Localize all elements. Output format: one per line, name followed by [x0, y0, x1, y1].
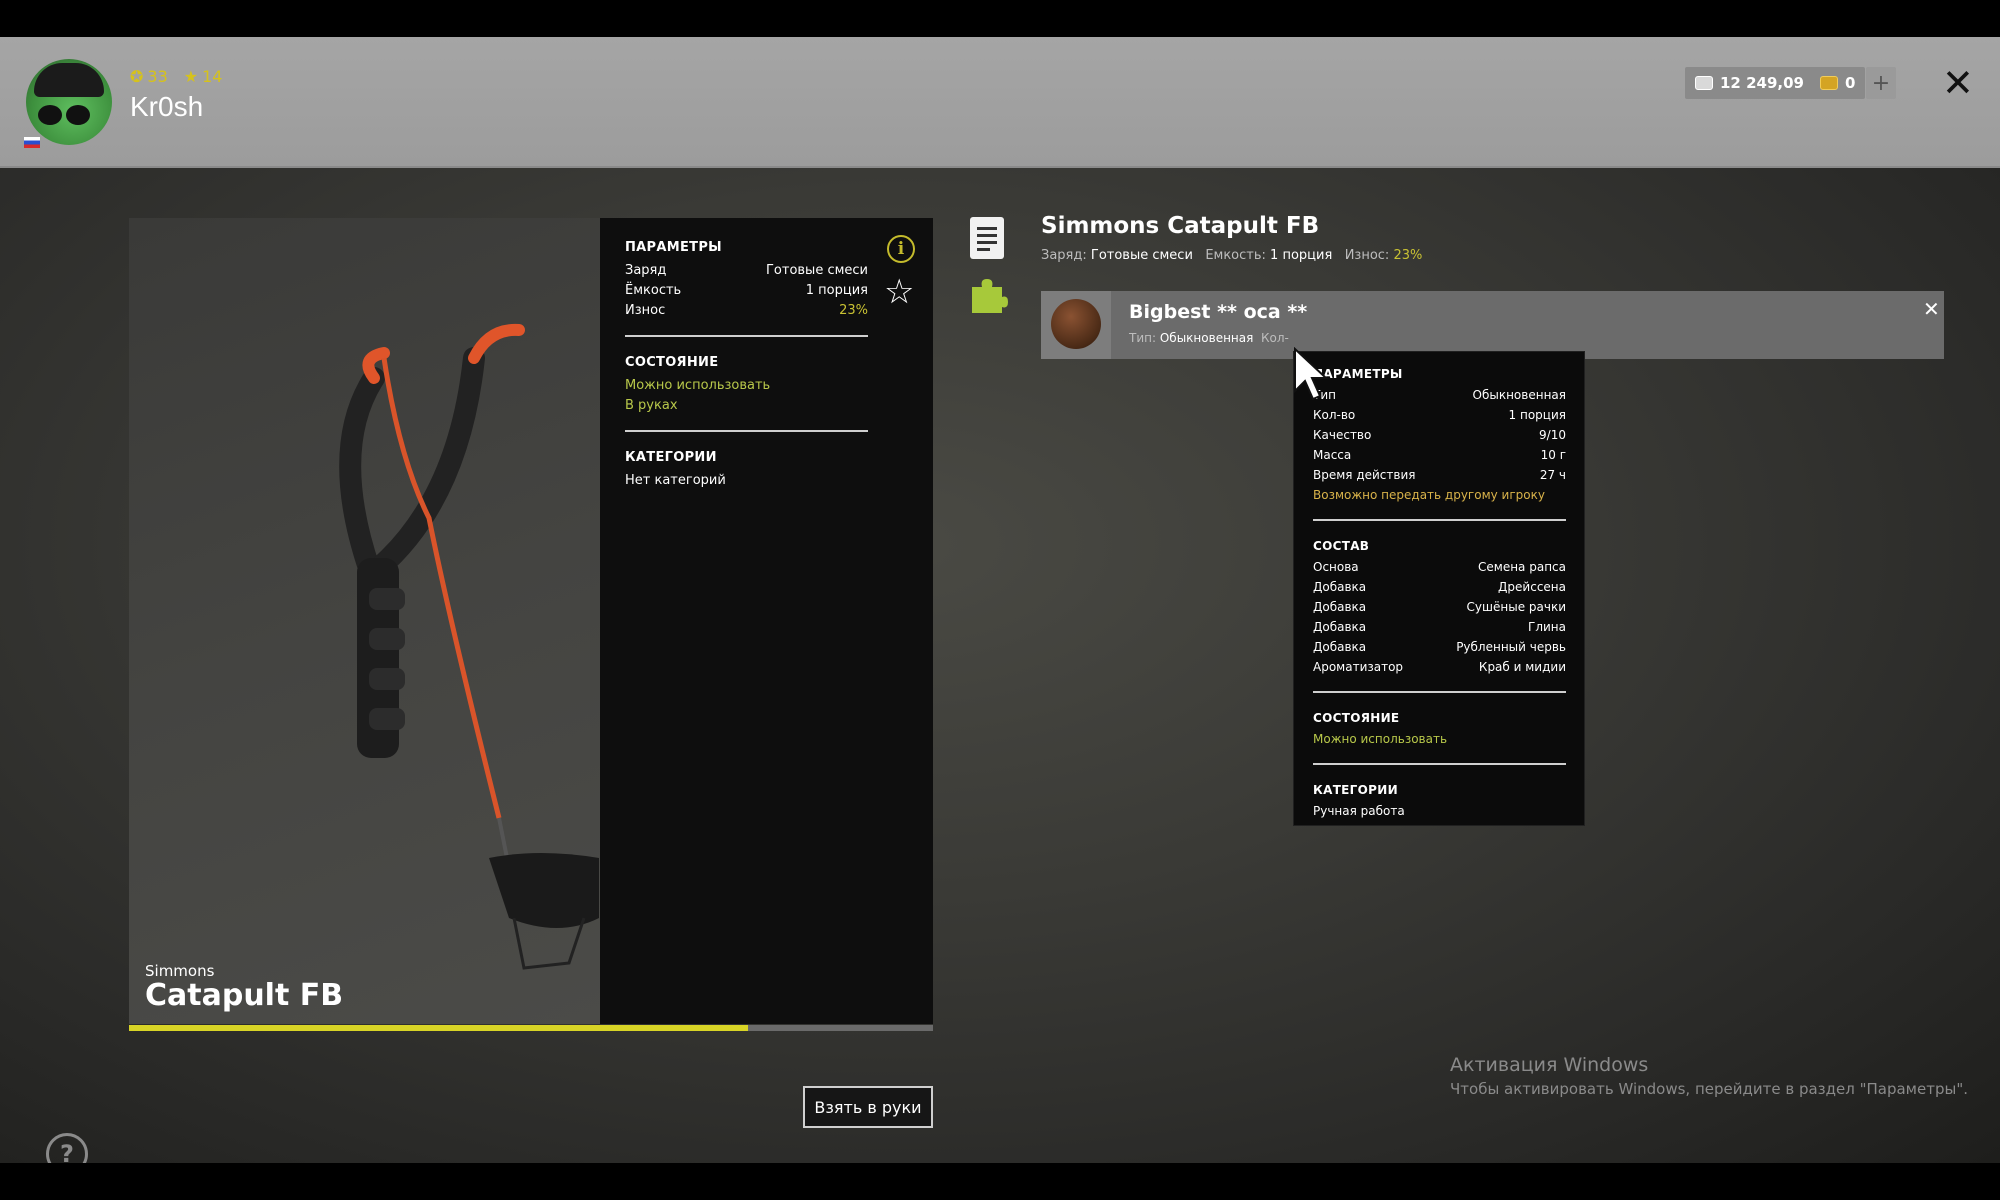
rank-star-icon: ★: [183, 67, 199, 86]
favorite-star-icon[interactable]: ☆: [884, 272, 914, 312]
categories-value: Нет категорий: [625, 473, 726, 488]
bait-slot[interactable]: Bigbest ** оса ** Тип: Обыкновенная Кол-…: [1041, 291, 1944, 359]
player-avatar[interactable]: [26, 59, 112, 145]
params-title: ПАРАМЕТРЫ: [625, 240, 722, 255]
top-bar: ✪ 33 ★ 14 Kr0sh 12 249,09 0 + ✕: [0, 37, 2000, 168]
divider: [1313, 691, 1566, 693]
silver-value: 12 249,09: [1720, 74, 1804, 92]
composition-row: Добавка Сушёные рачки: [1313, 600, 1566, 614]
bait-name: Bigbest ** оса **: [1129, 301, 1308, 323]
silver-balance: 12 249,09: [1685, 67, 1814, 99]
tooltip-param-row: Качество 9/10: [1313, 428, 1566, 442]
tooltip-state-value: Можно использовать: [1313, 732, 1448, 746]
windows-activation-hint: Чтобы активировать Windows, перейдите в …: [1450, 1080, 1968, 1098]
equipment-summary: Заряд: Готовые смеси Емкость: 1 порция И…: [1041, 248, 1423, 263]
bait-ball-icon: [1051, 299, 1101, 349]
russia-flag-icon: [24, 137, 40, 148]
username: Kr0sh: [130, 91, 204, 122]
param-row: Заряд Готовые смеси: [625, 263, 868, 278]
param-row: Ёмкость 1 порция: [625, 283, 868, 298]
close-window-button[interactable]: ✕: [1942, 61, 1974, 105]
param-row: Износ 23%: [625, 303, 868, 318]
composition-title: СОСТАВ: [1313, 539, 1370, 553]
level-value: 33: [147, 67, 168, 86]
document-icon[interactable]: [970, 217, 1004, 259]
item-params-panel: ПАРАМЕТРЫ Заряд Готовые смеси Ёмкость 1 по…: [600, 218, 933, 1024]
puzzle-icon[interactable]: [968, 275, 1008, 315]
divider: [625, 430, 868, 432]
item-name: Catapult FB: [145, 978, 344, 1013]
composition-row: Добавка Рубленный червь: [1313, 640, 1566, 654]
tooltip-param-row: Масса 10 г: [1313, 448, 1566, 462]
info-icon[interactable]: i: [887, 235, 915, 263]
rank-value: 14: [202, 67, 223, 86]
tooltip-categories-value: Ручная работа: [1313, 804, 1405, 818]
player-stats: ✪ 33 ★ 14: [130, 67, 222, 86]
equipment-title: Simmons Catapult FB: [1041, 213, 1320, 239]
divider: [1313, 763, 1566, 765]
composition-row: Основа Семена рапса: [1313, 560, 1566, 574]
state-usable: Можно использовать: [625, 378, 771, 393]
wear-progress-fill: [129, 1025, 749, 1031]
silver-coins-icon: [1695, 76, 1713, 90]
tooltip-state-title: СОСТОЯНИЕ: [1313, 711, 1400, 725]
windows-activation-watermark: Активация Windows Чтобы активировать Win…: [1450, 1054, 1968, 1098]
bait-thumbnail: [1041, 291, 1111, 359]
buy-gold-button[interactable]: +: [1866, 67, 1896, 99]
game-window: ✪ 33 ★ 14 Kr0sh 12 249,09 0 + ✕ Simmons …: [0, 37, 2000, 1163]
composition-row: Добавка Дрейссена: [1313, 580, 1566, 594]
windows-activation-title: Активация Windows: [1450, 1054, 1649, 1076]
help-icon[interactable]: ?: [46, 1133, 88, 1163]
categories-title: КАТЕГОРИИ: [625, 450, 717, 465]
take-in-hands-button[interactable]: Взять в руки: [803, 1086, 933, 1128]
level-icon: ✪: [130, 67, 144, 86]
item-preview: Simmons Catapult FB: [129, 218, 600, 1024]
tooltip-params-title: ПАРАМЕТРЫ: [1313, 367, 1403, 381]
divider: [1313, 519, 1566, 521]
mouse-cursor-icon: [1294, 347, 1329, 401]
gold-balance: 0: [1810, 67, 1866, 99]
transferable-note: Возможно передать другому игроку: [1313, 488, 1545, 502]
gold-coins-icon: [1820, 76, 1838, 90]
tooltip-param-row: Тип Обыкновенная: [1313, 388, 1566, 402]
tooltip-param-row: Время действия 27 ч: [1313, 468, 1566, 482]
state-title: СОСТОЯНИЕ: [625, 355, 719, 370]
slingshot-image: [339, 323, 599, 970]
tooltip-categories-title: КАТЕГОРИИ: [1313, 783, 1398, 797]
divider: [625, 335, 868, 337]
tooltip-param-row: Кол-во 1 порция: [1313, 408, 1566, 422]
composition-row: Ароматизатор Краб и мидии: [1313, 660, 1566, 674]
bait-meta: Тип: Обыкновенная Кол-: [1129, 331, 1289, 345]
remove-bait-button[interactable]: ✕: [1923, 297, 1940, 321]
gold-value: 0: [1845, 74, 1856, 92]
state-in-hands: В руках: [625, 398, 678, 413]
bait-tooltip: ПАРАМЕТРЫ Тип Обыкновенная Кол-во 1 порция…: [1293, 351, 1585, 826]
wear-progress-bar: [129, 1025, 933, 1031]
composition-row: Добавка Глина: [1313, 620, 1566, 634]
